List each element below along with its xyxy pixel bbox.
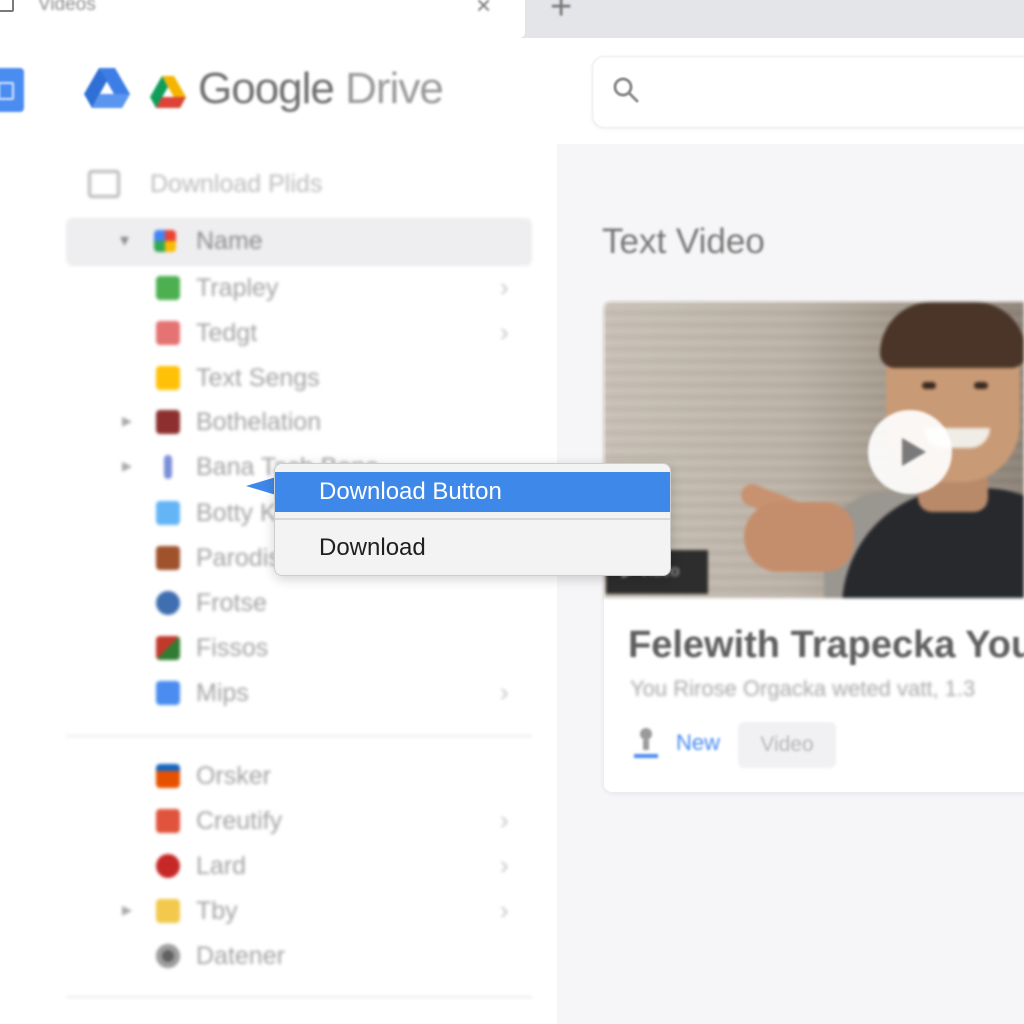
collapse-caret-icon[interactable]: ▾ [120, 230, 129, 251]
divider [66, 996, 532, 998]
person-hand [744, 502, 854, 572]
sidebar-item[interactable]: Tedgt › [0, 311, 557, 355]
person-eye [922, 382, 936, 389]
chevron-right-icon[interactable]: › [500, 895, 509, 926]
new-tab-icon[interactable]: + [550, 0, 572, 29]
sidebar-item-label: Bothelation [196, 408, 322, 436]
sidebar-item-label: Parodis [196, 544, 281, 572]
person-hair [880, 302, 1024, 368]
google-photos-icon [154, 230, 176, 252]
file-icon [156, 636, 180, 660]
sidebar-item-label: Fissos [196, 634, 269, 662]
file-icon [156, 944, 180, 968]
sidebar-item-label: Lard [196, 852, 247, 880]
chevron-right-icon[interactable]: › [500, 272, 509, 303]
tab-title: Videos [38, 0, 96, 15]
sidebar-item-name[interactable] [66, 218, 532, 266]
file-icon [156, 276, 180, 300]
search-input[interactable] [592, 56, 1024, 128]
browser-tab[interactable]: Videos × [0, 0, 525, 38]
app-title: Google Drive [198, 64, 444, 114]
sidebar: Download Plids ▾ Name Trapley › Tedgt › … [0, 144, 557, 1024]
file-icon [156, 809, 180, 833]
sidebar-item[interactable]: ▸ Tby › [0, 889, 557, 933]
browser-tab-strip: Videos × + [0, 0, 1024, 38]
sidebar-item-label: Frotse [196, 589, 267, 617]
sidebar-toggle-icon[interactable] [0, 68, 24, 112]
app-name: Google [198, 64, 335, 113]
file-icon [156, 546, 180, 570]
sidebar-item-label: Mips [196, 679, 249, 707]
search-icon [613, 77, 639, 103]
menu-pointer [246, 477, 276, 495]
sidebar-item-label: Text Sengs [196, 364, 320, 392]
chevron-right-icon[interactable]: › [500, 677, 509, 708]
sidebar-item[interactable]: Fissos [0, 626, 557, 670]
file-icon [156, 899, 180, 923]
sidebar-item-label: Tby [196, 897, 238, 925]
section-title: Text Video [602, 222, 765, 261]
sidebar-item[interactable]: Trapley › [0, 266, 557, 310]
file-icon [156, 410, 180, 434]
sidebar-item[interactable]: Text Sengs [0, 356, 557, 400]
sidebar-item[interactable]: Frotse [0, 581, 557, 625]
sidebar-heading: Download Plids [150, 170, 323, 198]
file-icon [156, 501, 180, 525]
play-icon [902, 438, 926, 466]
close-tab-icon[interactable]: × [476, 0, 491, 21]
video-title[interactable]: Felewith Trapecka You [628, 624, 1024, 667]
video-subtitle: You Rirose Orgacka weted vatt, 1.3 [630, 676, 976, 701]
sidebar-item-label: Name [196, 227, 263, 255]
video-chip[interactable]: Video [738, 722, 836, 768]
file-icon [156, 681, 180, 705]
expand-icon[interactable]: ▸ [122, 897, 132, 922]
file-icon [156, 591, 180, 615]
menu-item-download[interactable]: Download [275, 528, 670, 568]
file-icon [156, 854, 180, 878]
file-icon [156, 764, 180, 788]
menu-item-download-button[interactable]: Download Button [275, 472, 670, 512]
page-icon [0, 0, 14, 12]
chevron-right-icon[interactable]: › [500, 317, 509, 348]
sidebar-item-label: Creutify [196, 807, 283, 835]
app-name-suffix: Drive [333, 64, 444, 113]
app-header: Google Drive [0, 38, 1024, 144]
sidebar-item[interactable]: Mips › [0, 671, 557, 715]
menu-separator [275, 518, 670, 520]
play-button[interactable] [868, 410, 952, 494]
sidebar-item[interactable]: ▸ Bothelation [0, 400, 557, 444]
sidebar-item-label: Tedgt [196, 319, 258, 347]
divider [66, 735, 532, 737]
google-drive-icon [150, 76, 186, 108]
sidebar-item[interactable]: Creutify › [0, 799, 557, 843]
expand-icon[interactable]: ▸ [122, 453, 132, 478]
sidebar-item-label: Trapley [196, 274, 279, 302]
file-icon [156, 366, 180, 390]
chevron-right-icon[interactable]: › [500, 850, 509, 881]
new-label[interactable]: New [676, 730, 720, 756]
person-eye [974, 382, 988, 389]
sidebar-item[interactable]: Lard › [0, 844, 557, 888]
sidebar-item-label: Datener [196, 942, 285, 970]
google-drive-icon[interactable] [84, 68, 130, 108]
person-upload-icon [634, 728, 658, 758]
context-menu: Download Button Download [274, 463, 671, 576]
chevron-right-icon[interactable]: › [500, 805, 509, 836]
expand-icon[interactable]: ▸ [122, 408, 132, 433]
folder-icon [88, 170, 120, 198]
file-icon [156, 321, 180, 345]
sidebar-item[interactable]: Datener [0, 934, 557, 978]
sidebar-item[interactable]: Orsker [0, 754, 557, 798]
sidebar-item-label: Orsker [196, 762, 271, 790]
file-icon [164, 455, 172, 479]
